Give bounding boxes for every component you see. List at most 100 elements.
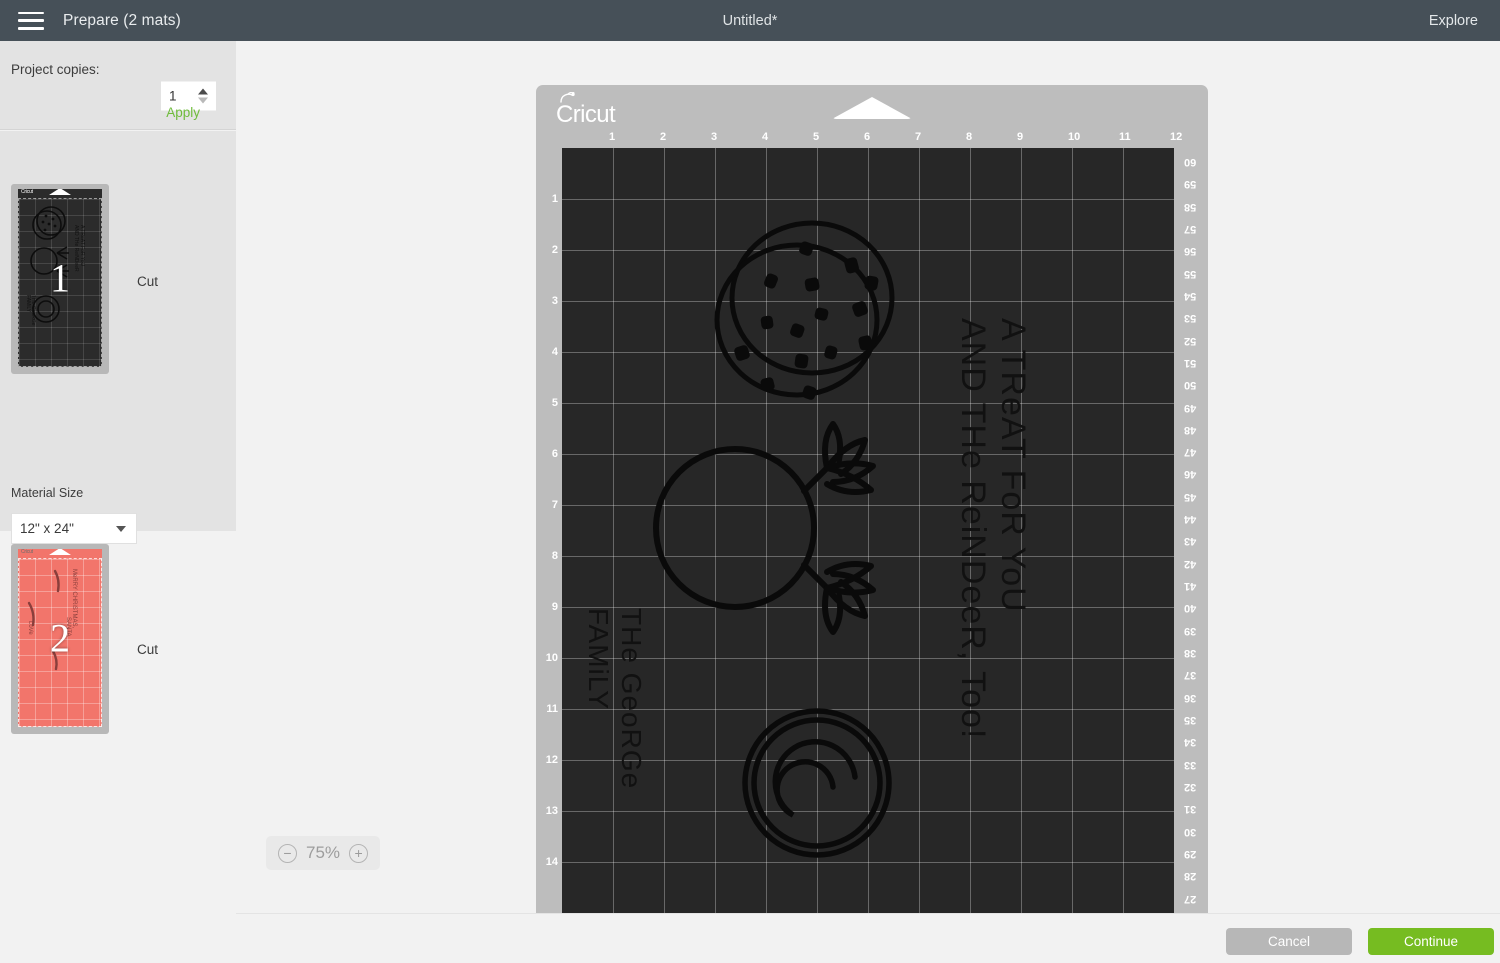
ruler-right-tick: 49 [1184,401,1197,414]
mat-text-treat[interactable]: A TReAT FoR YoU [993,318,1032,613]
ruler-right-tick: 29 [1184,847,1197,860]
ruler-top-tick: 1 [609,131,616,143]
ruler-right-tick: 38 [1184,647,1197,660]
ruler-right-tick: 50 [1184,379,1197,392]
ruler-left-tick: 1 [551,193,558,205]
zoom-in-icon[interactable]: + [349,843,369,863]
continue-button[interactable]: Continue [1368,928,1494,955]
mat-text-family[interactable]: THe GeoRGe [615,608,647,789]
ruler-top-tick: 9 [1017,131,1024,143]
ruler-left-tick: 5 [551,397,558,409]
gridline-vertical [919,148,920,913]
artwork-cookie-pair[interactable] [714,220,897,410]
ruler-right-tick: 47 [1184,446,1197,459]
hamburger-menu-icon[interactable] [18,11,44,30]
cricut-leaf-icon [560,92,575,103]
ruler-right-tick: 54 [1184,289,1197,302]
ruler-right-tick: 59 [1184,178,1197,191]
ruler-right-tick: 30 [1184,825,1197,838]
mat-text-family-line2: FAMiLY [583,608,614,710]
cancel-button[interactable]: Cancel [1226,928,1352,955]
mat-notch-icon [832,97,912,119]
ruler-left: 1 2 3 4 5 6 7 8 9 10 11 12 13 14 [536,148,562,913]
ruler-left-tick: 12 [545,754,558,766]
artwork-carrot-plate[interactable] [652,413,912,643]
ruler-right-tick: 41 [1184,580,1197,593]
mat-notch-icon [49,549,71,555]
ruler-top-tick: 7 [915,131,922,143]
mat-thumbnail-2[interactable]: Cricut MeRRY CHRiSTMAS, SANTA LoVe 2 [11,544,109,734]
gridline-vertical [613,148,614,913]
mat-text-family-2[interactable]: FAMiLY [582,608,614,710]
ruler-left-tick: 8 [551,550,558,562]
ruler-right-tick: 32 [1184,780,1197,793]
ruler-right-tick: 35 [1184,714,1197,726]
ruler-right-tick: 45 [1184,490,1197,503]
svg-text:FAMiLY: FAMiLY [25,295,31,313]
ruler-right-tick: 31 [1184,803,1197,816]
ruler-right-tick: 58 [1184,200,1197,213]
ruler-right-tick: 52 [1184,334,1197,347]
ruler-left-tick: 14 [545,856,558,868]
mat-operation-2: Cut [137,642,159,657]
ruler-top-tick: 12 [1170,131,1183,143]
ruler-left-tick: 7 [551,499,558,511]
ruler-top: 1 2 3 4 5 6 7 8 9 10 11 12 [536,130,1208,148]
ruler-right-tick: 28 [1184,870,1197,883]
sidebar: Project copies: 1 Apply Cricut A TReAT F… [0,41,236,963]
ruler-right-tick: 46 [1184,468,1197,481]
ruler-left-tick: 4 [551,346,558,358]
ruler-top-tick: 4 [762,131,769,143]
mat-grid[interactable]: A TReAT FoR YoU AND THe ReiNDeeR, Too! T… [562,148,1174,913]
mat-text-family-line1: THe GeoRGe [616,608,647,790]
ruler-right-tick: 34 [1184,736,1197,749]
apply-button[interactable]: Apply [166,105,200,120]
zoom-level-value: 75% [306,843,341,862]
ruler-left-tick: 13 [545,805,558,817]
mat-canvas-area[interactable]: Cricut 1 2 3 4 5 6 7 8 9 10 11 12 1 2 3 4 5 6 7 8 9 10 11 12 13… [236,41,1500,913]
cutting-mat[interactable]: Cricut 1 2 3 4 5 6 7 8 9 10 11 12 1 2 3 4 5 6 7 8 9 10 11 12 13… [536,85,1208,913]
ruler-right: 60 59 58 57 56 55 54 53 52 51 50 49 48 47 46 45 44 43 42 41… [1174,148,1208,913]
mat-thumbnail-1[interactable]: Cricut A TReAT FoR YoU AND THe ReiNDeeR … [11,184,109,374]
svg-text:SANTA: SANTA [65,617,71,637]
mat-list-item-1[interactable]: Cricut A TReAT FoR YoU AND THe ReiNDeeR … [0,131,236,609]
top-bar: Prepare (2 mats) Untitled* Explore [0,0,1500,41]
ruler-top-tick: 2 [660,131,667,143]
ruler-right-tick: 42 [1184,557,1197,570]
project-copies-panel: Project copies: 1 Apply [0,41,236,130]
ruler-right-tick: 57 [1184,222,1197,235]
cricut-logo-small: Cricut [21,549,33,555]
copies-decrement-icon[interactable] [197,97,208,104]
ruler-right-tick: 27 [1184,892,1197,905]
mat-notch-icon [49,189,71,195]
ruler-right-tick: 55 [1184,267,1197,280]
copies-increment-icon[interactable] [197,88,208,95]
mat-grid-preview: MeRRY CHRiSTMAS, SANTA LoVe [18,558,102,727]
ruler-right-tick: 60 [1184,156,1197,168]
zoom-control[interactable]: − 75% + [266,836,381,870]
gridline-vertical [1123,148,1124,913]
mat-text-treat-line1: A TReAT FoR YoU [994,318,1032,613]
mat-list-item-2[interactable]: Cricut MeRRY CHRiSTMAS, SANTA LoVe 2 Cut [0,493,236,734]
ruler-left-tick: 10 [545,652,558,664]
ruler-right-tick: 43 [1184,535,1197,548]
zoom-out-icon[interactable]: − [278,843,297,863]
ruler-left-tick: 9 [551,601,558,613]
ruler-top-tick: 3 [711,131,718,143]
ruler-top-tick: 8 [966,131,973,143]
ruler-right-tick: 48 [1184,423,1197,436]
bottom-bar: Cancel Continue [236,913,1500,963]
ruler-right-tick: 44 [1184,513,1197,526]
explore-link[interactable]: Explore [1429,13,1478,29]
ruler-right-tick: 36 [1184,691,1197,704]
ruler-left-tick: 3 [551,295,558,307]
ruler-left-tick: 2 [551,244,558,256]
mat-text-treat-2[interactable]: AND THe ReiNDeeR, Too! [953,318,992,739]
ruler-right-tick: 56 [1184,245,1197,258]
ruler-top-tick: 6 [864,131,871,143]
cricut-logo-small: Cricut [21,189,33,195]
ruler-top-tick: 11 [1119,131,1131,143]
artwork-milk-swirl[interactable] [737,703,897,863]
ruler-right-tick: 37 [1184,669,1197,682]
project-copies-input[interactable]: 1 [162,89,194,104]
